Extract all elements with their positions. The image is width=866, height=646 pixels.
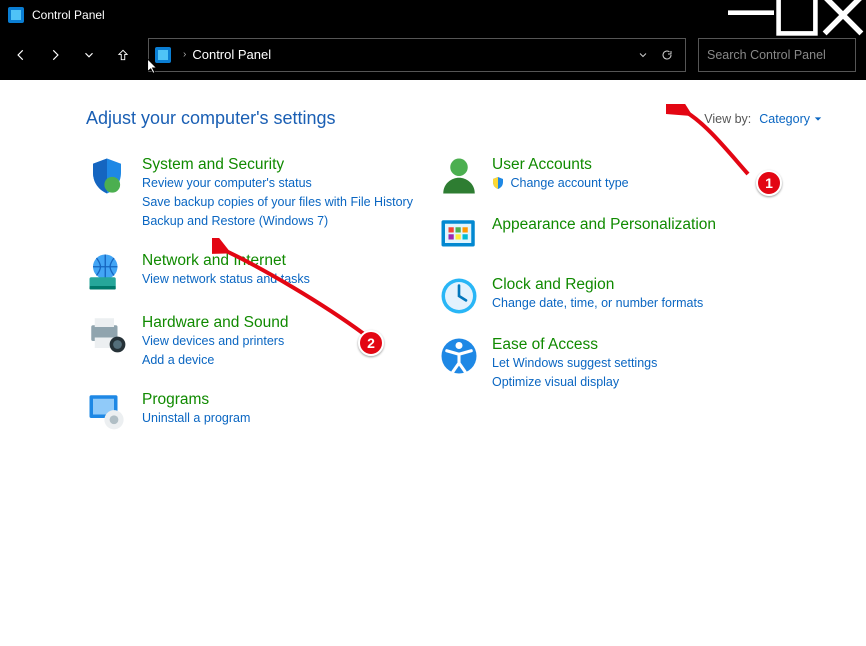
chevron-down-icon (814, 115, 822, 123)
category-link[interactable]: Add a device (142, 351, 289, 370)
category-ease-of-access: Ease of Access Let Windows suggest setti… (438, 335, 778, 392)
category-user-accounts: User Accounts Change account type (438, 155, 778, 195)
search-input[interactable] (707, 48, 866, 62)
address-dropdown[interactable] (631, 43, 655, 67)
viewby-dropdown[interactable]: Category (759, 112, 822, 126)
close-button[interactable] (820, 0, 866, 30)
recent-dropdown[interactable] (74, 40, 104, 70)
category-link[interactable]: Review your computer's status (142, 174, 413, 193)
page-title: Adjust your computer's settings (86, 108, 336, 129)
category-hardware-sound: Hardware and Sound View devices and prin… (86, 313, 438, 370)
category-link[interactable]: Let Windows suggest settings (492, 354, 657, 373)
refresh-button[interactable] (655, 43, 679, 67)
window-title: Control Panel (32, 8, 105, 22)
appearance-icon (438, 215, 478, 255)
category-title[interactable]: System and Security (142, 155, 284, 174)
category-link[interactable]: Change account type (492, 174, 629, 193)
globe-icon (86, 251, 128, 293)
shield-icon (86, 155, 128, 197)
category-system-security: System and Security Review your computer… (86, 155, 438, 231)
category-link[interactable]: View devices and printers (142, 332, 289, 351)
category-title[interactable]: Network and Internet (142, 251, 286, 270)
category-title[interactable]: Appearance and Personalization (492, 215, 716, 234)
viewby-label: View by: (704, 112, 751, 126)
forward-button[interactable] (40, 40, 70, 70)
content-area: Adjust your computer's settings View by:… (0, 80, 866, 646)
category-link[interactable]: Change date, time, or number formats (492, 294, 703, 313)
user-icon (438, 155, 478, 195)
uac-shield-icon (492, 176, 504, 188)
category-title[interactable]: User Accounts (492, 155, 592, 174)
app-icon (8, 7, 24, 23)
title-bar: Control Panel (0, 0, 866, 30)
viewby-value: Category (759, 112, 810, 126)
minimize-button[interactable] (728, 0, 774, 30)
category-title[interactable]: Clock and Region (492, 275, 614, 294)
category-link[interactable]: Uninstall a program (142, 409, 250, 428)
cursor-icon (146, 58, 160, 81)
programs-icon (86, 390, 128, 432)
category-appearance: Appearance and Personalization (438, 215, 778, 255)
category-column-left: System and Security Review your computer… (86, 155, 438, 452)
printer-icon (86, 313, 128, 355)
maximize-button[interactable] (774, 0, 820, 30)
category-clock-region: Clock and Region Change date, time, or n… (438, 275, 778, 315)
breadcrumb-location[interactable]: Control Panel (192, 47, 271, 62)
category-column-right: User Accounts Change account type Appear… (438, 155, 778, 452)
category-title[interactable]: Ease of Access (492, 335, 598, 354)
category-title[interactable]: Programs (142, 390, 209, 409)
up-button[interactable] (108, 40, 138, 70)
address-bar[interactable]: › Control Panel (148, 38, 686, 72)
category-title[interactable]: Hardware and Sound (142, 313, 289, 332)
category-programs: Programs Uninstall a program (86, 390, 438, 432)
category-link[interactable]: Optimize visual display (492, 373, 657, 392)
category-link[interactable]: Save backup copies of your files with Fi… (142, 193, 413, 212)
nav-bar: › Control Panel (0, 30, 866, 80)
back-button[interactable] (6, 40, 36, 70)
breadcrumb-separator-icon: › (183, 49, 186, 60)
category-network-internet: Network and Internet View network status… (86, 251, 438, 293)
clock-icon (438, 275, 478, 315)
category-link[interactable]: View network status and tasks (142, 270, 310, 289)
accessibility-icon (438, 335, 478, 375)
search-box[interactable] (698, 38, 856, 72)
category-link[interactable]: Backup and Restore (Windows 7) (142, 212, 413, 231)
